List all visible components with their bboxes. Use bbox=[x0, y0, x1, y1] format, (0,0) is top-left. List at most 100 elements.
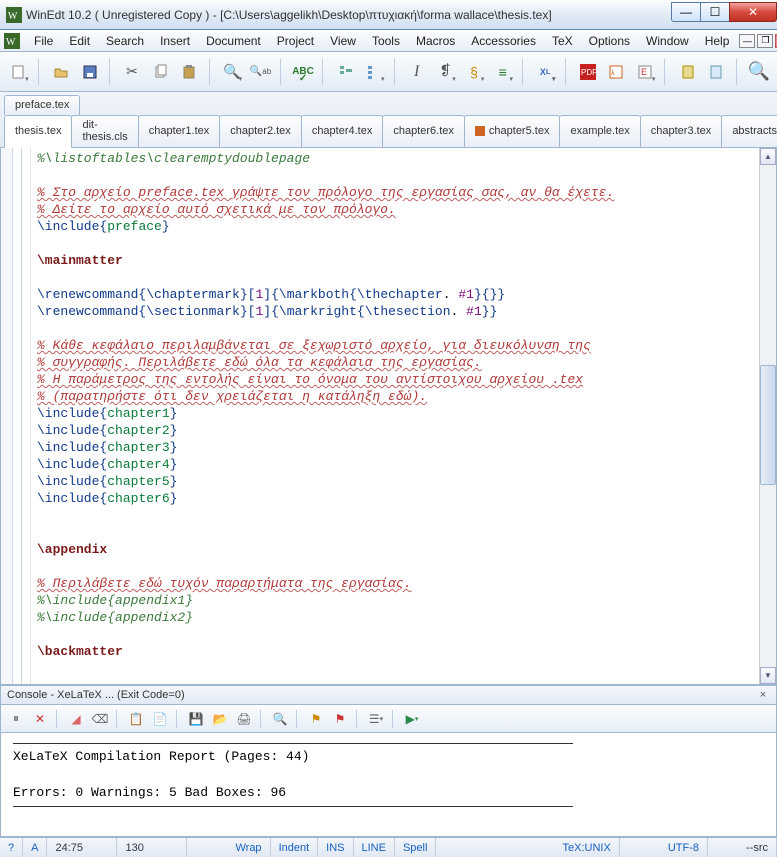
replace-button[interactable]: 🔍ab bbox=[248, 59, 273, 85]
menu-accessories[interactable]: Accessories bbox=[463, 32, 544, 50]
save-button[interactable] bbox=[77, 59, 102, 85]
scroll-up[interactable]: ▲ bbox=[760, 148, 776, 165]
status-line[interactable]: LINE bbox=[354, 838, 395, 857]
open-button[interactable] bbox=[49, 59, 74, 85]
status-src: --src bbox=[738, 838, 777, 857]
spellcheck-button[interactable]: ABC✓ bbox=[291, 59, 316, 85]
tab-preface[interactable]: preface.tex bbox=[4, 95, 80, 115]
menu-edit[interactable]: Edit bbox=[61, 32, 98, 50]
tree-button[interactable] bbox=[333, 59, 358, 85]
editor: %\listoftables\clearemptydoublepage % Στ… bbox=[0, 148, 777, 685]
console-erase[interactable]: ◢ bbox=[65, 708, 87, 730]
console-stop[interactable]: ✕ bbox=[29, 708, 51, 730]
bibtex-button[interactable] bbox=[675, 59, 700, 85]
console-save[interactable]: 💾 bbox=[185, 708, 207, 730]
console-flag1[interactable]: ⚑ bbox=[305, 708, 327, 730]
main-toolbar: ▾ ✂ 🔍▾ 🔍ab ABC✓ ▾ I ❡▾ §▾ ≡▾ XL▾ PDF λ E… bbox=[0, 52, 777, 92]
code-area[interactable]: %\listoftables\clearemptydoublepage % Στ… bbox=[31, 148, 759, 684]
svg-text:E: E bbox=[641, 67, 647, 77]
tab-abstracts[interactable]: abstracts.tex bbox=[721, 115, 777, 147]
minimize-button[interactable]: — bbox=[671, 2, 701, 22]
menu-tex[interactable]: TeX bbox=[544, 32, 581, 50]
menu-view[interactable]: View bbox=[322, 32, 364, 50]
status-spell[interactable]: Spell bbox=[395, 838, 436, 857]
index-button[interactable] bbox=[704, 59, 729, 85]
tab-dit-thesis[interactable]: dit-thesis.cls bbox=[71, 115, 138, 147]
console-open[interactable]: 📂 bbox=[209, 708, 231, 730]
console-view[interactable]: ☰▾ bbox=[365, 708, 387, 730]
menu-tools[interactable]: Tools bbox=[364, 32, 408, 50]
menu-help[interactable]: Help bbox=[697, 32, 738, 50]
console-output[interactable]: XeLaTeX Compilation Report (Pages: 44) E… bbox=[0, 733, 777, 837]
vertical-scrollbar[interactable]: ▲ ▼ bbox=[759, 148, 776, 684]
console-print[interactable]: 🖨 bbox=[233, 708, 255, 730]
new-button[interactable]: ▾ bbox=[6, 59, 31, 85]
menu-project[interactable]: Project bbox=[269, 32, 322, 50]
console-pause[interactable]: ⏸ bbox=[5, 708, 27, 730]
tab-chapter4[interactable]: chapter4.tex bbox=[301, 115, 384, 147]
status-encoding[interactable]: UTF-8 bbox=[660, 838, 708, 857]
console-paste[interactable]: 📄 bbox=[149, 708, 171, 730]
tab-thesis[interactable]: thesis.tex bbox=[4, 115, 72, 148]
gutter bbox=[1, 148, 13, 684]
console-flag2[interactable]: ⚑ bbox=[329, 708, 351, 730]
tab-chapter6[interactable]: chapter6.tex bbox=[382, 115, 465, 147]
menu-options[interactable]: Options bbox=[581, 32, 638, 50]
compile-button[interactable]: XL▾ bbox=[533, 59, 558, 85]
menu-macros[interactable]: Macros bbox=[408, 32, 463, 50]
app-icon-small: W bbox=[4, 33, 20, 49]
mdi-minimize[interactable]: — bbox=[739, 34, 755, 48]
close-button[interactable]: ✕ bbox=[729, 2, 777, 22]
tab-chapter3[interactable]: chapter3.tex bbox=[640, 115, 723, 147]
titlebar: W WinEdt 10.2 ( Unregistered Copy ) - [C… bbox=[0, 0, 777, 30]
scroll-down[interactable]: ▼ bbox=[760, 667, 776, 684]
window-title: WinEdt 10.2 ( Unregistered Copy ) - [C:\… bbox=[26, 8, 672, 22]
errors-button[interactable]: E▾ bbox=[633, 59, 658, 85]
italic-button[interactable]: I bbox=[404, 59, 429, 85]
console-close[interactable]: × bbox=[756, 688, 770, 702]
find-button[interactable]: 🔍▾ bbox=[220, 59, 245, 85]
scroll-thumb[interactable] bbox=[760, 365, 776, 485]
menu-search[interactable]: Search bbox=[98, 32, 152, 50]
status-ins[interactable]: INS bbox=[318, 838, 353, 857]
font-button[interactable]: ❡▾ bbox=[433, 59, 458, 85]
copy-button[interactable] bbox=[148, 59, 173, 85]
tab-example[interactable]: example.tex bbox=[559, 115, 640, 147]
modified-icon bbox=[475, 126, 485, 136]
mdi-restore[interactable]: ❐ bbox=[757, 34, 773, 48]
status-position: 24:75 bbox=[47, 838, 117, 857]
pdf-button[interactable]: PDF bbox=[575, 59, 600, 85]
menu-file[interactable]: File bbox=[26, 32, 61, 50]
env-button[interactable]: ≡▾ bbox=[490, 59, 515, 85]
tab-chapter1[interactable]: chapter1.tex bbox=[138, 115, 221, 147]
console-header: Console - XeLaTeX ... (Exit Code=0) × bbox=[0, 685, 777, 705]
menu-insert[interactable]: Insert bbox=[152, 32, 198, 50]
console-copy[interactable]: 📋 bbox=[125, 708, 147, 730]
cut-button[interactable]: ✂ bbox=[120, 59, 145, 85]
console-stats: Errors: 0 Warnings: 5 Bad Boxes: 96 bbox=[13, 784, 764, 802]
status-texmode[interactable]: TeX:UNIX bbox=[555, 838, 620, 857]
console-find[interactable]: 🔍 bbox=[269, 708, 291, 730]
maximize-button[interactable]: ☐ bbox=[700, 2, 730, 22]
tab-chapter5[interactable]: chapter5.tex bbox=[464, 115, 561, 147]
status-indent[interactable]: Indent bbox=[271, 838, 319, 857]
pdf-preview-button[interactable]: λ bbox=[604, 59, 629, 85]
paste-button[interactable] bbox=[177, 59, 202, 85]
menu-window[interactable]: Window bbox=[638, 32, 697, 50]
search-tool[interactable]: 🔍 bbox=[746, 59, 771, 85]
fold-column bbox=[13, 148, 31, 684]
svg-text:W: W bbox=[8, 11, 18, 22]
menu-document[interactable]: Document bbox=[198, 32, 269, 50]
console-clear[interactable]: ⌫ bbox=[89, 708, 111, 730]
console-run[interactable]: ▶▾ bbox=[401, 708, 423, 730]
status-help[interactable]: ? bbox=[0, 838, 23, 857]
app-icon: W bbox=[6, 7, 22, 23]
gather-button[interactable]: ▾ bbox=[362, 59, 387, 85]
menubar: W File Edit Search Insert Document Proje… bbox=[0, 30, 777, 52]
tab-chapter2[interactable]: chapter2.tex bbox=[219, 115, 302, 147]
status-a[interactable]: A bbox=[23, 838, 47, 857]
console-toolbar: ⏸ ✕ ◢ ⌫ 📋 📄 💾 📂 🖨 🔍 ⚑ ⚑ ☰▾ ▶▾ bbox=[0, 705, 777, 733]
section-button[interactable]: §▾ bbox=[462, 59, 487, 85]
console-report: XeLaTeX Compilation Report (Pages: 44) bbox=[13, 748, 764, 766]
status-wrap[interactable]: Wrap bbox=[227, 838, 270, 857]
